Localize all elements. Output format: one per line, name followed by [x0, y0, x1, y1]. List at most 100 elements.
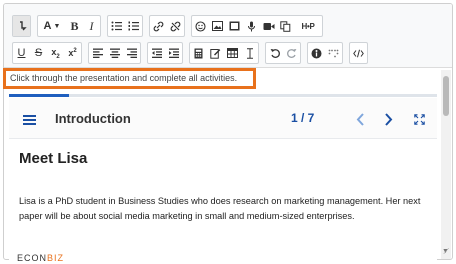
subscript-icon: x2 — [51, 46, 60, 60]
equation-button[interactable] — [190, 43, 207, 63]
outdent-button[interactable] — [148, 43, 165, 63]
indent-icon — [168, 48, 179, 58]
toolbar-group-links — [149, 15, 185, 37]
toolbar-group-source — [349, 42, 368, 64]
italic-icon: I — [89, 18, 94, 33]
h5p-icon: H•P — [301, 21, 315, 31]
toolbar-group-extra — [307, 42, 343, 64]
font-icon: A — [43, 20, 52, 32]
resize-handle-icon[interactable]: ⟋ — [443, 247, 449, 257]
underline-button[interactable]: U — [13, 43, 30, 63]
clear-formatting-button[interactable] — [241, 43, 258, 63]
text-style-button[interactable]: A ▼ — [38, 16, 66, 36]
level-down-icon — [19, 21, 27, 31]
calculator-icon — [194, 48, 203, 58]
align-left-button[interactable] — [89, 43, 106, 63]
undo-button[interactable] — [266, 43, 283, 63]
toolbar-group-media: H•P — [191, 15, 323, 37]
scrollbar-thumb[interactable] — [443, 76, 449, 116]
text-cursor-icon — [246, 47, 253, 59]
toolbar-group-history — [265, 42, 301, 64]
presentation-header: Introduction 1 / 7 — [9, 98, 437, 139]
copy-files-icon — [280, 20, 291, 32]
superscript-button[interactable]: x2 — [64, 43, 81, 63]
table-icon — [227, 48, 238, 58]
slide-title: Meet Lisa — [19, 150, 88, 167]
record-video-button[interactable] — [260, 16, 277, 36]
menu-icon[interactable] — [23, 115, 36, 127]
italic-button[interactable]: I — [83, 16, 100, 36]
align-right-icon — [126, 48, 137, 58]
slide-counter: 1 / 7 — [291, 111, 315, 125]
redo-button[interactable] — [283, 43, 300, 63]
slide-body-text: Lisa is a PhD student in Business Studie… — [19, 196, 421, 221]
file-icon — [229, 21, 240, 31]
smiley-icon — [195, 20, 206, 32]
editor-toolbar: A ▼ B I H•P U S x2 x2 — [4, 4, 452, 68]
redo-icon — [286, 49, 296, 58]
toolbar-group-tools — [189, 42, 259, 64]
toolbar-group-format: U S x2 x2 — [12, 42, 82, 64]
underline-icon: U — [17, 47, 26, 59]
toolbar-row-1: A ▼ B I H•P — [12, 15, 329, 37]
link-button[interactable] — [150, 16, 167, 36]
toolbar-group-indent — [147, 42, 183, 64]
next-slide-button[interactable] — [377, 108, 399, 130]
h5p-course-presentation: Introduction 1 / 7 Meet Lisa Lisa is a P… — [9, 94, 437, 264]
progress-bar — [9, 94, 437, 97]
previous-slide-button[interactable] — [349, 108, 371, 130]
screenreader-helper-button[interactable] — [325, 43, 342, 63]
image-button[interactable] — [209, 16, 226, 36]
numbered-list-icon — [128, 21, 139, 31]
toolbar-group-lists — [107, 15, 143, 37]
dropdown-icon: ▼ — [53, 22, 61, 30]
special-character-button[interactable] — [207, 43, 224, 63]
image-icon — [212, 21, 223, 31]
fullscreen-button[interactable] — [408, 108, 430, 130]
manage-files-button[interactable] — [277, 16, 294, 36]
ordered-list-button[interactable] — [125, 16, 142, 36]
editor-scrollbar[interactable]: ▼ — [441, 70, 451, 259]
toolbar-group-collapse — [12, 15, 31, 37]
toolbar-row-2: U S x2 x2 — [12, 42, 374, 64]
edit-icon — [210, 48, 221, 59]
unlink-button[interactable] — [167, 16, 184, 36]
accessibility-checker-button[interactable] — [308, 43, 325, 63]
align-left-icon — [92, 48, 103, 58]
code-icon — [353, 49, 364, 57]
bullet-list-icon — [111, 21, 122, 31]
superscript-icon: x2 — [68, 48, 77, 58]
strikethrough-icon: S — [34, 47, 43, 59]
microphone-icon — [248, 21, 255, 31]
align-center-button[interactable] — [106, 43, 123, 63]
link-icon — [153, 21, 164, 31]
toolbar-group-align — [88, 42, 141, 64]
h5p-button[interactable]: H•P — [294, 16, 322, 36]
indent-button[interactable] — [165, 43, 182, 63]
align-center-icon — [109, 48, 120, 58]
undo-icon — [270, 49, 280, 58]
section-title: Introduction — [55, 111, 131, 126]
subscript-button[interactable]: x2 — [47, 43, 64, 63]
align-right-button[interactable] — [123, 43, 140, 63]
outdent-icon — [151, 48, 162, 58]
media-button[interactable] — [226, 16, 243, 36]
strikethrough-button[interactable]: S — [30, 43, 47, 63]
bold-button[interactable]: B — [66, 16, 83, 36]
html-source-button[interactable] — [350, 43, 367, 63]
fullscreen-icon — [413, 113, 425, 125]
instruction-text: Click through the presentation and compl… — [3, 68, 256, 89]
emoji-button[interactable] — [192, 16, 209, 36]
record-audio-button[interactable] — [243, 16, 260, 36]
video-camera-icon — [263, 22, 274, 30]
accessibility-icon — [311, 48, 322, 58]
toolbar-group-text: A ▼ B I — [37, 15, 101, 37]
unlink-icon — [170, 21, 181, 31]
collapse-toolbar-button[interactable] — [13, 16, 30, 36]
braille-icon — [328, 49, 339, 57]
progress-bar-fill — [9, 94, 69, 97]
bold-icon: B — [70, 18, 79, 33]
unordered-list-button[interactable] — [108, 16, 125, 36]
table-button[interactable] — [224, 43, 241, 63]
chevron-left-icon — [356, 112, 364, 126]
